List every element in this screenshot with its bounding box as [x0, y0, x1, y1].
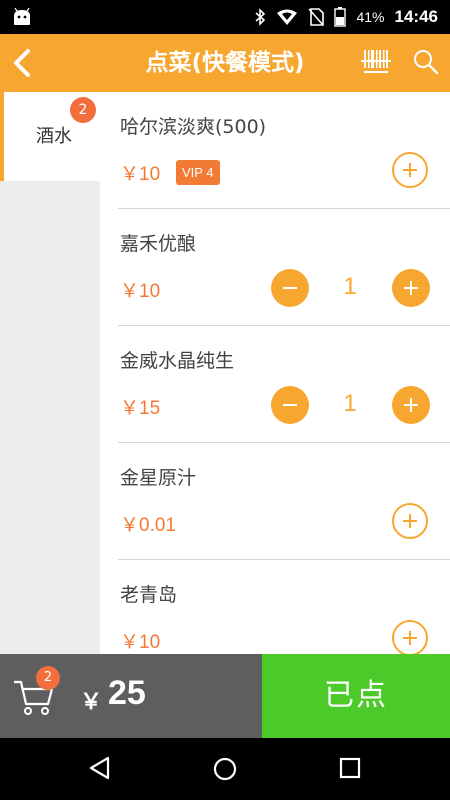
cart-count-badge: 2 — [36, 666, 60, 690]
category-badge: 2 — [70, 97, 96, 123]
app-header: 点菜(快餐模式) — [0, 34, 450, 92]
back-triangle-icon[interactable] — [88, 756, 112, 780]
add-button[interactable] — [392, 152, 428, 188]
product-list[interactable]: 哈尔滨淡爽(500) ￥10 VIP 4 嘉禾优酿 ￥10 1 金威水晶纯生 ￥… — [100, 92, 450, 654]
system-nav-bar — [0, 738, 450, 800]
product-price: ￥15 — [120, 398, 161, 419]
vip-badge: VIP 4 — [176, 160, 220, 185]
product-price: ￥10 — [120, 281, 161, 302]
cart-bar[interactable]: 2 ￥ 25 — [0, 654, 262, 738]
quantity-value: 1 — [343, 273, 357, 300]
category-label: 酒水 — [36, 126, 72, 147]
battery-icon — [334, 7, 347, 27]
status-bar: 41% 14:46 — [0, 0, 450, 34]
list-item: 金威水晶纯生 ￥15 1 — [100, 326, 450, 443]
search-icon[interactable] — [412, 48, 440, 76]
product-price: ￥10 — [120, 164, 161, 185]
list-item: 老青岛 ￥10 — [100, 560, 450, 654]
list-item: 哈尔滨淡爽(500) ￥10 VIP 4 — [100, 92, 450, 209]
wifi-icon — [277, 9, 298, 25]
decrease-button[interactable] — [271, 269, 309, 307]
product-name: 嘉禾优酿 — [120, 233, 197, 255]
cart-total: 25 — [108, 674, 146, 712]
product-name: 金威水晶纯生 — [120, 350, 235, 372]
product-name: 金星原汁 — [120, 467, 197, 489]
product-name: 老青岛 — [120, 584, 178, 606]
ordered-button[interactable]: 已点 — [262, 654, 450, 738]
add-button[interactable] — [392, 503, 428, 539]
product-name: 哈尔滨淡爽(500) — [120, 116, 267, 138]
currency-symbol: ￥ — [80, 690, 103, 715]
list-item: 嘉禾优酿 ￥10 1 — [100, 209, 450, 326]
category-item-drinks[interactable]: 酒水 2 — [0, 92, 100, 181]
increase-button[interactable] — [392, 269, 430, 307]
no-sim-icon — [308, 8, 325, 26]
increase-button[interactable] — [392, 386, 430, 424]
home-circle-icon[interactable] — [212, 756, 238, 782]
product-price: ￥0.01 — [120, 515, 176, 536]
decrease-button[interactable] — [271, 386, 309, 424]
add-button[interactable] — [392, 620, 428, 654]
product-price: ￥10 — [120, 632, 161, 653]
battery-percent: 41% — [356, 9, 385, 25]
recents-square-icon[interactable] — [338, 756, 362, 780]
list-item: 金星原汁 ￥0.01 — [100, 443, 450, 560]
barcode-scan-icon[interactable] — [360, 48, 392, 78]
bluetooth-icon — [255, 8, 266, 26]
quantity-value: 1 — [343, 390, 357, 417]
android-icon — [14, 8, 30, 25]
category-sidebar: 酒水 2 — [0, 92, 100, 654]
clock: 14:46 — [394, 7, 438, 26]
